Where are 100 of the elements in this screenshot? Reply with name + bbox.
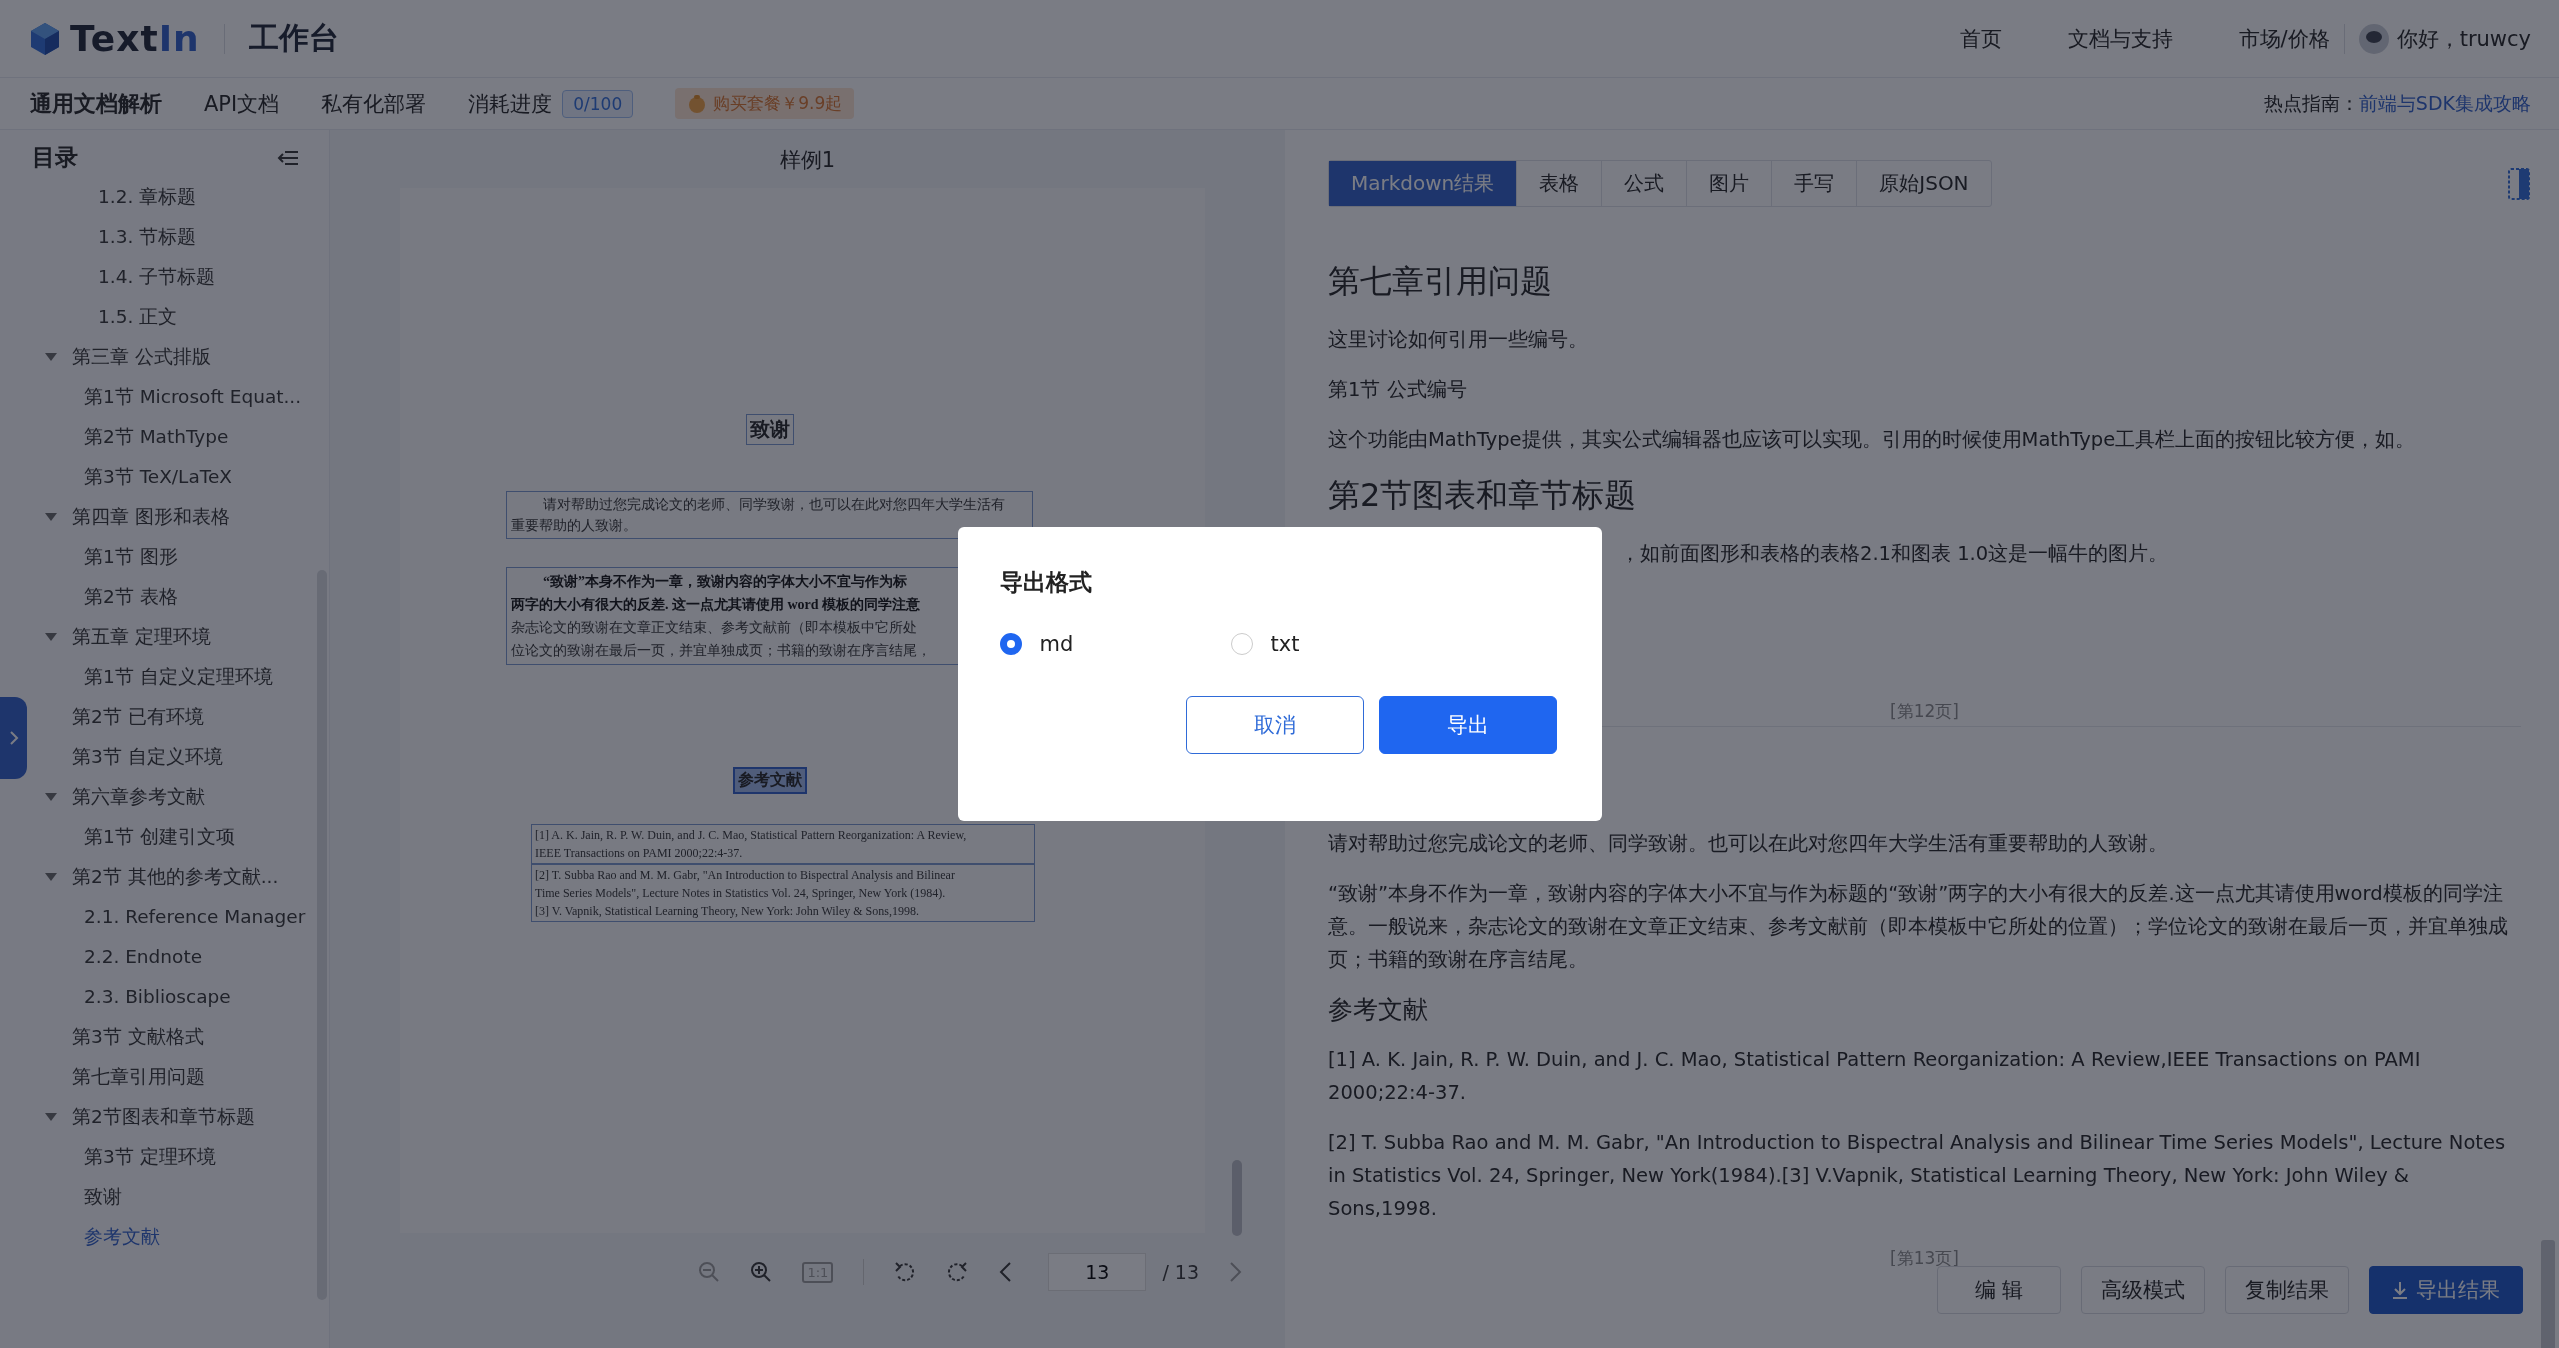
toc-item[interactable]: 2.2. Endnote: [44, 937, 329, 977]
user-greeting[interactable]: 你好，truwcy: [2396, 24, 2531, 53]
avatar-icon[interactable]: [2358, 23, 2389, 54]
toc-item[interactable]: 第四章 图形和表格: [68, 497, 329, 537]
promo-text: 购买套餐￥9.9起: [713, 92, 843, 115]
toc-item[interactable]: 1.2. 章标题: [44, 177, 329, 217]
toc-item[interactable]: 致谢: [44, 1177, 329, 1217]
hot-label: 热点指南：: [2263, 90, 2359, 116]
radio-option[interactable]: md: [999, 632, 1231, 656]
toc-item[interactable]: 第3节 定理环境: [44, 1137, 329, 1177]
caret-icon[interactable]: [44, 512, 58, 522]
toc-item[interactable]: 第2节 已有环境: [44, 697, 329, 737]
text-line: 重要帮助的人致谢。: [511, 517, 637, 535]
hexagon-logo-icon: [30, 21, 60, 56]
caret-icon[interactable]: [44, 792, 58, 802]
toc-item[interactable]: 第六章参考文献: [68, 777, 329, 817]
download-icon: [2392, 1281, 2408, 1299]
heading: 参考文献: [1328, 994, 1429, 1026]
paragraph: [2] T. Subba Rao and M. M. Gabr, "An Introduction to Bispectral Analysis and Bilinear Time Series Models", Lecture Notes in Statistics Vol. 24, Springer, New York(1984).[3] V.Vapnik, Statistical Learning Theory, New York: John Wiley & Sons,1998.: [1328, 1130, 2507, 1222]
toc-item[interactable]: 第3节 文献格式: [44, 1017, 329, 1057]
toc-item[interactable]: 1.3. 节标题: [44, 217, 329, 257]
usage-label: 消耗进度: [468, 90, 553, 118]
scrollbar-thumb[interactable]: [1232, 1160, 1242, 1236]
page-total: / 13: [1162, 1261, 1199, 1283]
text-line: [3] V. Vapnik, Statistical Learning Theory, New York: John Wiley & Sons,1998.: [535, 903, 919, 920]
paragraph: 请对帮助过您完成论文的老师、同学致谢。也可以在此对您四年大学生活有重要帮助的人致谢。: [1328, 831, 2169, 857]
rotate-right-icon[interactable]: [946, 1261, 969, 1283]
paragraph: 这里讨论如何引用一些编号。: [1328, 327, 1589, 353]
paragraph: ，如前面图形和表格的表格2.1和图表 1.0这是一幅牛的图片。: [1619, 541, 2170, 567]
zoom-in-icon[interactable]: [750, 1261, 773, 1283]
toc-item[interactable]: 第3节 TeX/LaTeX: [44, 457, 329, 497]
nav-link[interactable]: 首页: [1959, 24, 2002, 53]
chevron-left-icon[interactable]: [998, 1261, 1013, 1283]
result-tab[interactable]: 原始JSON: [1856, 161, 1991, 206]
nav-link[interactable]: 文档与支持: [2067, 24, 2173, 53]
toc-item[interactable]: 第1节 创建引文项: [44, 817, 329, 857]
caret-icon[interactable]: [44, 632, 58, 642]
toc-item[interactable]: 1.5. 正文: [44, 297, 329, 337]
text-line: Time Series Models", Lecture Notes in Statistics Vol. 24, Springer, New York (1984).: [535, 885, 946, 902]
usage-badge: 0/100: [562, 89, 634, 118]
result-tab[interactable]: 表格: [1516, 161, 1602, 206]
caret-icon[interactable]: [44, 352, 58, 362]
toc-item[interactable]: 第1节 图形: [44, 537, 329, 577]
toc-title: 目录: [32, 143, 78, 172]
text-line: 两字的大小有很大的反差. 这一点尤其请使用 word 模板的同学注意: [511, 596, 921, 614]
text-line: 杂志论文的致谢在文章正文结束、参考文献前（即本模板中它所处: [511, 619, 917, 637]
product-title: 工作台: [248, 19, 339, 57]
logo-text: TextIn: [70, 18, 200, 59]
page-number-field[interactable]: 13: [1048, 1253, 1147, 1291]
toc-item[interactable]: 第2节 MathType: [44, 417, 329, 457]
toc-item[interactable]: 第1节 Microsoft Equat...: [44, 377, 329, 417]
nav-link[interactable]: 市场/价格: [2238, 24, 2330, 53]
paragraph: 第1节 公式编号: [1328, 377, 1468, 403]
nav-tab[interactable]: 私有化部署: [321, 89, 427, 118]
toc-item[interactable]: 第1节 自定义定理环境: [44, 657, 329, 697]
toc-item[interactable]: 第2节 表格: [44, 577, 329, 617]
text-line: “致谢”本身不作为一章，致谢内容的字体大小不宜与作为标: [542, 573, 907, 591]
split-view-icon[interactable]: [2507, 166, 2531, 201]
coin-bag-icon: [687, 93, 708, 114]
radio-button[interactable]: [999, 633, 1022, 655]
toc-item[interactable]: 第三章 公式排版: [68, 337, 329, 377]
result-tab[interactable]: 图片: [1686, 161, 1772, 206]
cancel-button[interactable]: 取消: [1185, 696, 1364, 754]
collapse-menu-icon[interactable]: [277, 149, 299, 166]
page-heading: 参考文献: [732, 767, 807, 794]
option-label: md: [1039, 632, 1074, 656]
toc-item[interactable]: 参考文献: [44, 1217, 329, 1257]
text-line: IEEE Transactions on PAMI 2000;22:4-37.: [535, 845, 743, 862]
result-tab[interactable]: 手写: [1771, 161, 1857, 206]
heading: 第七章引用问题: [1328, 261, 1553, 302]
nav-tab[interactable]: 通用文档解析: [30, 88, 162, 119]
caret-icon[interactable]: [44, 1112, 58, 1122]
text-line: 请对帮助过您完成论文的老师、同学致谢，也可以在此对您四年大学生活有: [542, 496, 1005, 514]
chevron-right-icon: [8, 730, 19, 746]
export-button[interactable]: 导出: [1378, 696, 1557, 754]
scrollbar-thumb[interactable]: [2541, 1240, 2555, 1348]
option-label: txt: [1270, 632, 1300, 656]
toc-item[interactable]: 第七章引用问题: [44, 1057, 329, 1097]
toc-item[interactable]: 第2节图表和章节标题: [68, 1097, 329, 1137]
toc-item[interactable]: 第2节 其他的参考文献...: [68, 857, 329, 897]
export-button[interactable]: 导出结果: [2369, 1266, 2523, 1314]
toc-item[interactable]: 2.3. Biblioscape: [44, 977, 329, 1017]
toc-item[interactable]: 第五章 定理环境: [68, 617, 329, 657]
heading: 第2节图表和章节标题: [1328, 475, 1638, 516]
result-tab[interactable]: 公式: [1601, 161, 1687, 206]
paragraph: [1] A. K. Jain, R. P. W. Duin, and J. C. Mao, Statistical Pattern Reorganization: A Review,IEEE Transactions on PAMI 2000;22:4-37.: [1328, 1047, 2422, 1106]
toc-item[interactable]: 2.1. Reference Manager: [44, 897, 329, 937]
toc-item[interactable]: 1.4. 子节标题: [44, 257, 329, 297]
action-button[interactable]: 编 辑: [1937, 1266, 2061, 1314]
result-tab[interactable]: Markdown结果: [1329, 161, 1517, 206]
nav-tab[interactable]: API文档: [204, 89, 280, 118]
expand-handle[interactable]: [0, 697, 27, 779]
radio-option[interactable]: txt: [1230, 632, 1462, 656]
document-title: 样例1: [778, 147, 837, 174]
action-button[interactable]: 复制结果: [2225, 1266, 2349, 1314]
rotate-left-icon[interactable]: [894, 1261, 917, 1283]
caret-icon[interactable]: [44, 872, 58, 882]
guide-link[interactable]: 前端与SDK集成攻略: [2358, 90, 2531, 117]
toc-item[interactable]: 第3节 自定义环境: [44, 737, 329, 777]
action-button[interactable]: 高级模式: [2081, 1266, 2205, 1314]
